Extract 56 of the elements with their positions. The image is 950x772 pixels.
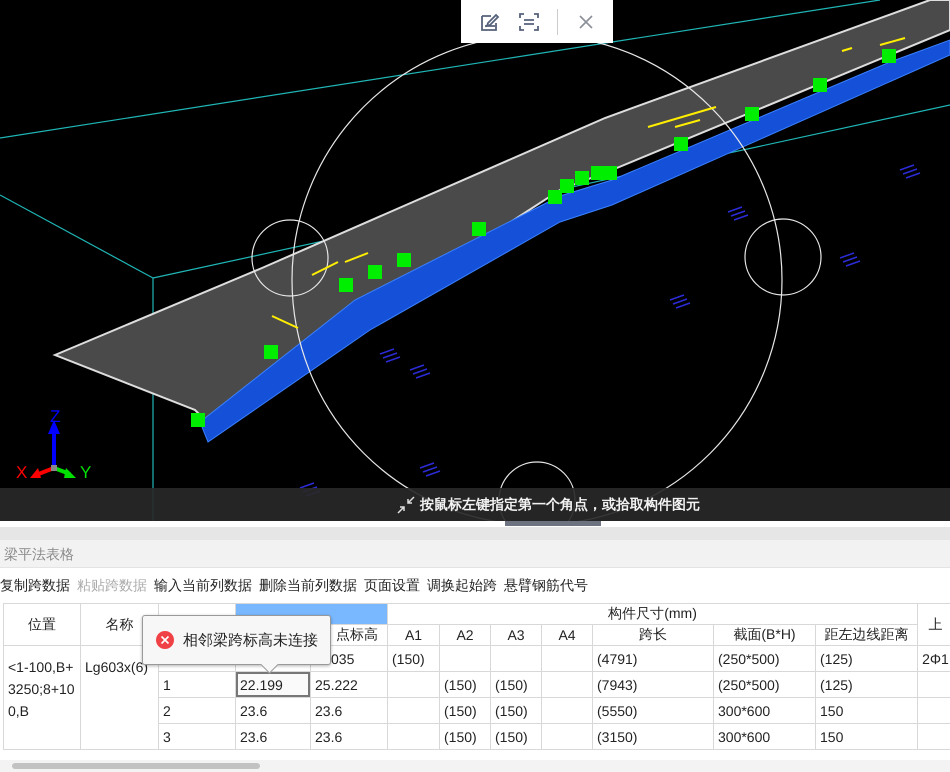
column-header: 位置 [4,604,80,646]
prompt-text: 按鼠标左键指定第一个角点，或拾取构件图元 [420,496,700,514]
column-header: 构件尺寸(mm) [388,604,918,624]
table-cell: (150) [440,698,490,724]
collapse-arrows-icon [396,494,416,514]
column-header: A4 [542,624,592,646]
horizontal-scrollbar[interactable] [0,760,950,772]
toolbar-button[interactable]: 复制跨数据 [0,576,77,594]
axis-label: Z [50,408,60,426]
axis-label: X [16,464,28,482]
column-header: 跨长 [592,624,714,646]
table-cell: (125) [816,672,918,698]
table-cell: (250*500) [714,672,816,698]
table-cell: 150 [816,724,918,750]
table-cell: 3 [158,724,236,750]
table-cell: 23.6 [310,698,388,724]
column-header: A1 [388,624,440,646]
table-cell: (150) [490,724,542,750]
table-cell: (150) [388,646,440,672]
error-icon [155,630,175,650]
table-cell: (4791) [592,646,714,672]
toolbar-button[interactable]: 页面设置 [364,576,427,594]
toolbar-button[interactable]: 悬臂钢筋代号 [504,576,595,594]
table-cell: <1-100,B+3250;8+100,B [4,646,80,750]
table-cell: (150) [490,698,542,724]
table-cell: 22.199 [236,672,310,698]
table-cell: 150 [816,698,918,724]
table-cell: (125) [816,646,918,672]
column-header: A2 [440,624,490,646]
table-cell: 25.222 [310,672,388,698]
table-cell: 23.6 [310,724,388,750]
scrollbar-thumb[interactable] [12,763,260,769]
table-cell: 300*600 [714,724,816,750]
table-cell: 23.6 [236,724,310,750]
panel-title: 梁平法表格 [0,540,950,568]
scan-icon[interactable] [518,10,540,32]
toolbar-button[interactable]: 调换起始跨 [427,576,504,594]
table-cell: (150) [440,672,490,698]
table-cell: 23.6 [236,698,310,724]
table-cell: 2 [158,698,236,724]
table-cell: 300*600 [714,698,816,724]
table-cell: (250*500) [714,646,816,672]
table-cell: Lg603x(6) [80,646,158,750]
axis-label: Y [80,464,92,482]
table-cell: (3150) [592,724,714,750]
column-header: 距左边线距离 [816,624,918,646]
column-header: 截面(B*H) [714,624,816,646]
table-cell: (150) [440,724,490,750]
toolbar-button[interactable]: 输入当前列数据 [154,576,259,594]
table-cell: (5550) [592,698,714,724]
column-header: A3 [490,624,542,646]
toolbar-button[interactable]: 删除当前列数据 [259,576,364,594]
table-cell: (7943) [592,672,714,698]
table-cell: (150) [490,672,542,698]
column-header: 上 [918,604,950,646]
splitter-handle[interactable] [505,521,601,526]
